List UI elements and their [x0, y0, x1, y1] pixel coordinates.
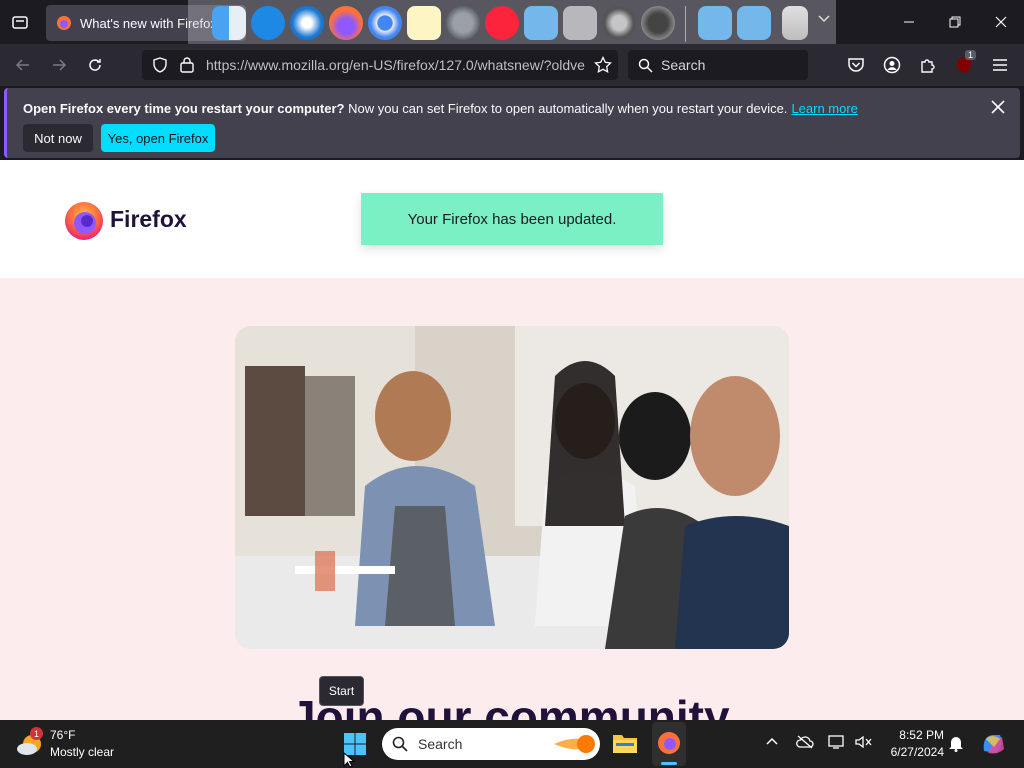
- launchpad-icon[interactable]: [446, 6, 480, 40]
- lock-icon[interactable]: [180, 56, 194, 73]
- power-icon[interactable]: [641, 6, 675, 40]
- system-preferences-icon[interactable]: [602, 6, 636, 40]
- url-text[interactable]: https://www.mozilla.org/en-US/firefox/12…: [206, 57, 586, 73]
- yes-open-firefox-button[interactable]: Yes, open Firefox: [101, 124, 215, 152]
- weather-description: Mostly clear: [50, 745, 115, 759]
- notification-title: Open Firefox every time you restart your…: [23, 101, 345, 116]
- clock-date[interactable]: 6/27/2024: [884, 745, 944, 759]
- notification-message: Open Firefox every time you restart your…: [23, 101, 858, 116]
- restore-button[interactable]: [932, 0, 978, 44]
- folder-icon[interactable]: [737, 6, 771, 40]
- url-bar[interactable]: https://www.mozilla.org/en-US/firefox/12…: [142, 50, 618, 80]
- close-icon[interactable]: [991, 100, 1005, 114]
- safari-icon[interactable]: [290, 6, 324, 40]
- notes-icon[interactable]: [407, 6, 441, 40]
- dock-separator: [685, 6, 686, 42]
- not-now-button[interactable]: Not now: [23, 124, 93, 152]
- taskbar-firefox-button[interactable]: [652, 722, 686, 766]
- pocket-icon[interactable]: [843, 52, 869, 78]
- forward-arrow-icon[interactable]: [46, 52, 72, 78]
- tracking-protection-shield-icon[interactable]: [152, 57, 168, 73]
- volume-muted-icon[interactable]: [854, 734, 872, 750]
- ublock-origin-icon[interactable]: 1: [951, 50, 977, 78]
- folder-icon[interactable]: [524, 6, 558, 40]
- reload-icon[interactable]: [82, 52, 108, 78]
- taskbar-search-box[interactable]: Search: [382, 728, 600, 760]
- disk-utility-icon[interactable]: [563, 6, 597, 40]
- search-icon: [392, 736, 408, 752]
- finder-icon[interactable]: [212, 6, 246, 40]
- app-store-icon[interactable]: [251, 6, 285, 40]
- minimize-button[interactable]: [886, 0, 932, 44]
- weather-widget[interactable]: 1 76°F Mostly clear: [16, 727, 156, 762]
- cloud-offline-icon[interactable]: [796, 734, 814, 750]
- chevron-up-icon[interactable]: [766, 736, 778, 746]
- extension-badge: 1: [965, 50, 977, 60]
- bookmark-star-icon[interactable]: [594, 56, 612, 74]
- default-browser-notification: Open Firefox every time you restart your…: [4, 88, 1020, 158]
- firefox-logo-icon[interactable]: [63, 200, 105, 242]
- music-icon[interactable]: [485, 6, 519, 40]
- hero-photo: [235, 326, 789, 649]
- trash-icon[interactable]: [782, 6, 808, 40]
- search-bar[interactable]: Search: [628, 50, 808, 80]
- copilot-icon[interactable]: [980, 731, 1006, 757]
- learn-more-link[interactable]: Learn more: [791, 101, 857, 116]
- page-header: Firefox Your Firefox has been updated.: [0, 160, 1024, 278]
- mouse-cursor-icon: [343, 752, 355, 768]
- weather-badge: 1: [30, 727, 43, 740]
- search-placeholder: Search: [661, 57, 706, 73]
- account-icon[interactable]: [879, 52, 905, 78]
- hamburger-menu-icon[interactable]: [987, 52, 1013, 78]
- search-icon: [638, 58, 653, 73]
- app-dock: [188, 0, 836, 50]
- taskbar-search-placeholder: Search: [418, 736, 463, 752]
- start-tooltip: Start: [319, 676, 364, 706]
- notification-body: Now you can set Firefox to open automati…: [344, 101, 788, 116]
- back-arrow-icon[interactable]: [10, 52, 36, 78]
- firefox-wordmark[interactable]: Firefox: [110, 206, 187, 233]
- list-all-tabs-icon[interactable]: [6, 10, 34, 34]
- weather-temperature: 76°F: [50, 728, 76, 742]
- clock-time[interactable]: 8:52 PM: [890, 728, 944, 742]
- firefox-favicon-icon: [56, 15, 72, 31]
- close-window-button[interactable]: [978, 0, 1024, 44]
- firefox-icon: [657, 731, 681, 755]
- file-explorer-icon[interactable]: [612, 731, 638, 755]
- extensions-puzzle-icon[interactable]: [915, 52, 941, 78]
- folder-icon[interactable]: [698, 6, 732, 40]
- chevron-down-icon[interactable]: [818, 14, 830, 24]
- windows-taskbar: 1 76°F Mostly clear Search 8:52 PM 6/27/…: [0, 720, 1024, 768]
- search-highlight-comet-icon: [552, 732, 596, 756]
- navigation-toolbar: https://www.mozilla.org/en-US/firefox/12…: [0, 44, 1024, 86]
- notification-bell-icon[interactable]: [948, 734, 964, 752]
- active-app-indicator: [661, 762, 677, 765]
- update-message: Your Firefox has been updated.: [361, 193, 663, 245]
- network-icon[interactable]: [828, 734, 846, 750]
- firefox-icon[interactable]: [329, 6, 363, 40]
- chrome-icon[interactable]: [368, 6, 402, 40]
- web-page: Firefox Your Firefox has been updated. J…: [0, 160, 1024, 720]
